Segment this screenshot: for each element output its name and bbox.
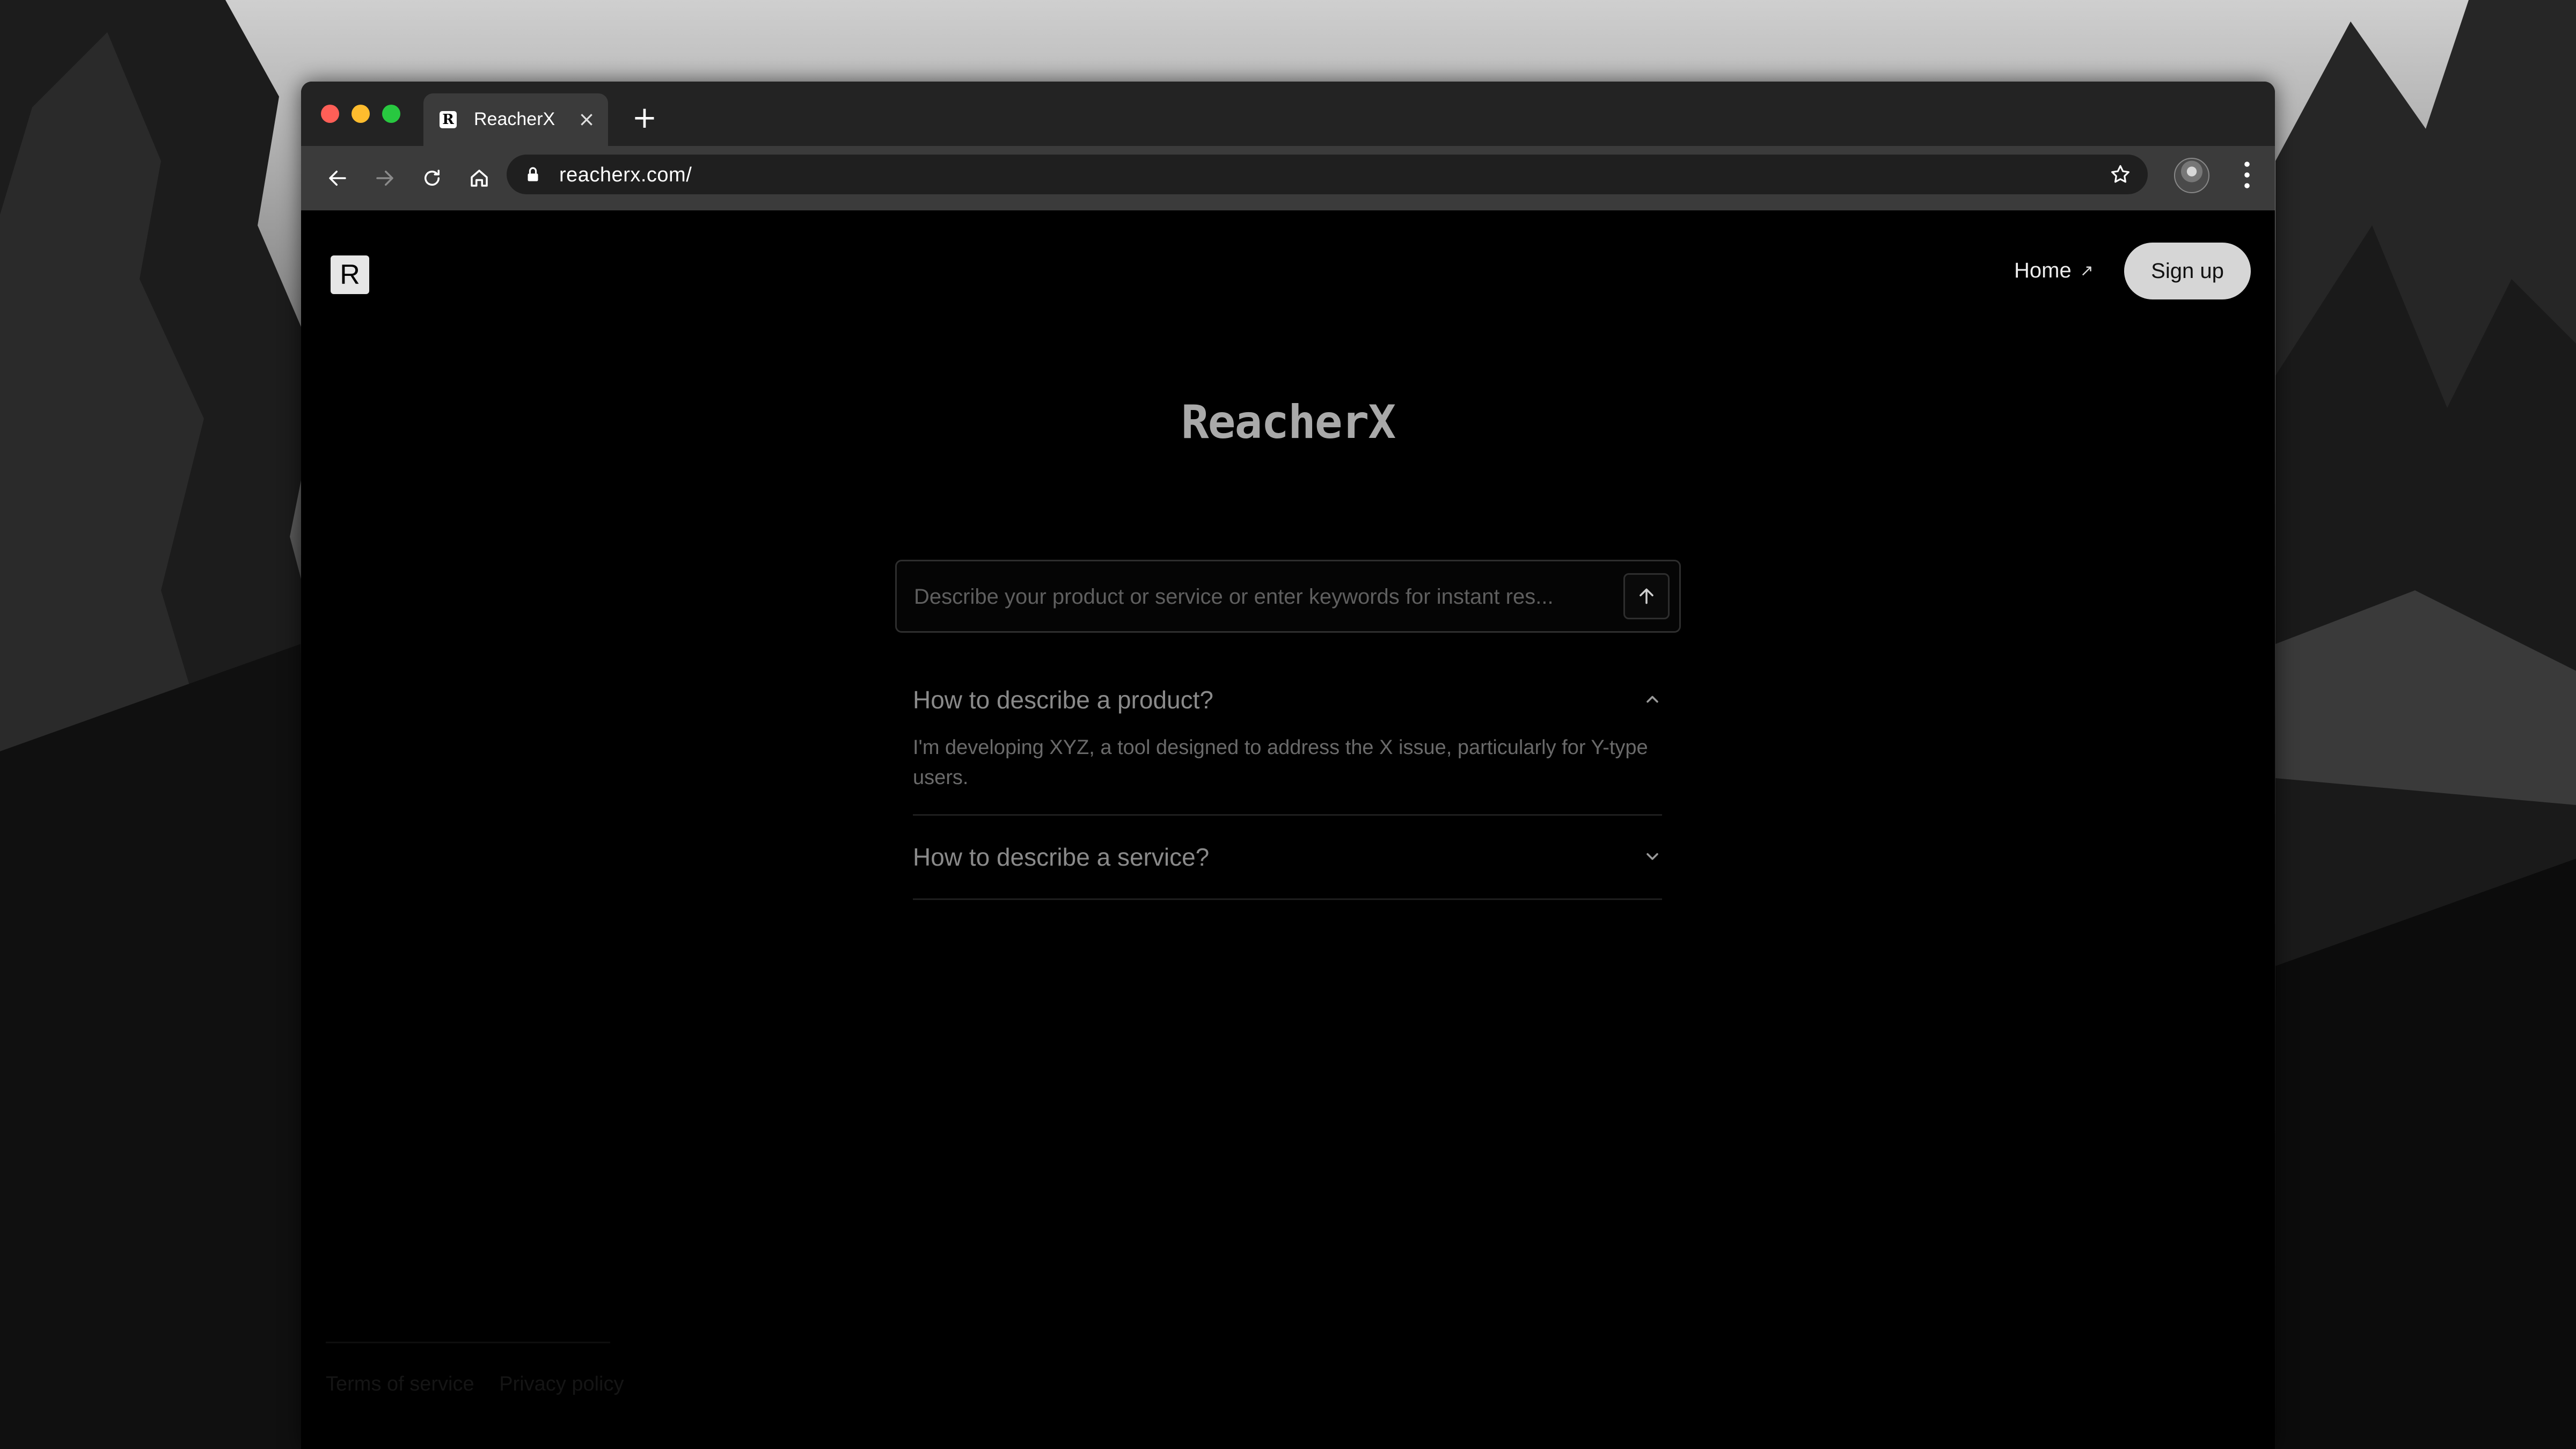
submit-button[interactable] <box>1623 573 1670 619</box>
new-tab-button[interactable]: + <box>627 102 662 136</box>
faq-accordion: How to describe a product? I'm developin… <box>913 668 1662 900</box>
tab-title: ReacherX <box>474 109 555 129</box>
faq-item-product: How to describe a product? I'm developin… <box>913 668 1662 816</box>
url-text: reacherx.com/ <box>559 164 692 186</box>
faq-question-service[interactable]: How to describe a service? <box>913 816 1662 898</box>
reload-button[interactable] <box>414 160 450 196</box>
footer-links: Terms of service Privacy policy <box>326 1373 643 1396</box>
browser-titlebar: R ReacherX × + <box>301 82 2275 146</box>
nav-home-label: Home <box>2014 259 2072 282</box>
maximize-window-button[interactable] <box>382 105 400 123</box>
profile-avatar[interactable] <box>2174 158 2209 193</box>
kebab-menu-icon[interactable] <box>2237 158 2257 192</box>
faq-question-text: How to describe a product? <box>913 686 1213 714</box>
tab-favicon: R <box>440 111 457 128</box>
lock-icon[interactable] <box>523 164 543 185</box>
search-input[interactable] <box>913 561 1613 632</box>
faq-answer-product: I'm developing XYZ, a tool designed to a… <box>913 736 1648 789</box>
forward-button[interactable] <box>367 160 403 196</box>
privacy-link[interactable]: Privacy policy <box>499 1373 624 1395</box>
back-arrow-icon <box>329 171 346 186</box>
signup-button[interactable]: Sign up <box>2124 243 2251 299</box>
faq-question-text: How to describe a service? <box>913 843 1210 871</box>
nav-home-link[interactable]: Home ↗ <box>2014 259 2094 283</box>
address-bar[interactable]: reacherx.com/ <box>507 155 2148 194</box>
page-title: ReacherX <box>1181 396 1396 449</box>
external-arrow-icon: ↗ <box>2080 261 2094 280</box>
faq-item-service: How to describe a service? <box>913 816 1662 900</box>
arrow-up-icon <box>1640 588 1653 604</box>
chevron-down-icon <box>1646 853 1658 860</box>
home-icon <box>471 170 488 187</box>
close-window-button[interactable] <box>321 105 339 123</box>
browser-window: R ReacherX × + reacherx.com/ R Home ↗ Si… <box>301 82 2275 1449</box>
footer-divider <box>326 1342 610 1343</box>
star-icon[interactable] <box>2109 163 2132 186</box>
minimize-window-button[interactable] <box>352 105 370 123</box>
browser-toolbar: reacherx.com/ <box>301 146 2275 210</box>
forward-arrow-icon <box>376 171 393 186</box>
tab-close-icon[interactable]: × <box>574 106 599 132</box>
web-page: R Home ↗ Sign up ReacherX How to describ… <box>301 210 2275 1449</box>
faq-question-product[interactable]: How to describe a product? <box>913 668 1662 731</box>
search-box <box>895 560 1681 633</box>
chevron-up-icon <box>1646 696 1658 703</box>
home-button[interactable] <box>461 160 497 196</box>
back-button[interactable] <box>319 160 356 196</box>
site-logo[interactable]: R <box>331 255 369 294</box>
browser-tab[interactable]: R ReacherX × <box>423 93 608 146</box>
reload-icon <box>425 170 440 186</box>
terms-link[interactable]: Terms of service <box>326 1373 474 1395</box>
